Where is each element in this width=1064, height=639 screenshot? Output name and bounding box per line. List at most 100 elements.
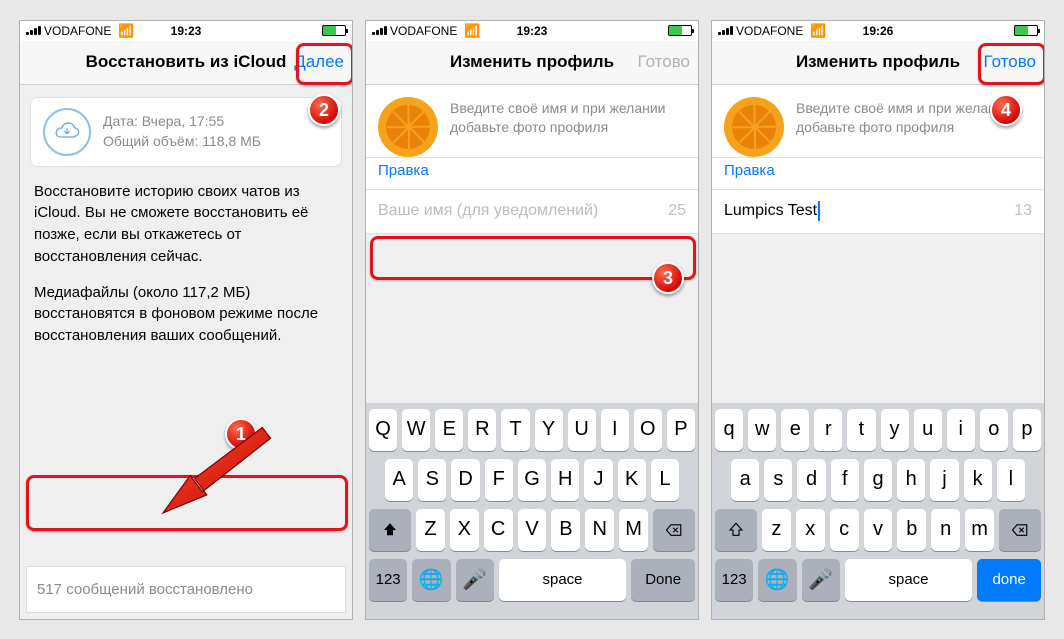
key-l[interactable]: L (997, 459, 1025, 501)
key-t[interactable]: T (847, 409, 875, 451)
key-z[interactable]: Z (762, 509, 791, 551)
keyboard[interactable]: QWERTYUIOP ASDFGHJKL ZXCVBNM 123 🌐 🎤 spa… (366, 403, 698, 619)
key-s[interactable]: S (764, 459, 792, 501)
key-a[interactable]: A (731, 459, 759, 501)
name-input[interactable] (378, 202, 660, 220)
key-n[interactable]: N (931, 509, 960, 551)
key-v[interactable]: V (864, 509, 893, 551)
key-v[interactable]: V (518, 509, 547, 551)
name-input-value[interactable]: Lumpics Test (724, 202, 817, 220)
done-key[interactable]: Done (977, 559, 1041, 601)
key-row-4: 123 🌐 🎤 space Done (715, 559, 1041, 601)
backspace-key[interactable] (999, 509, 1041, 551)
key-row-4: 123 🌐 🎤 space Done (369, 559, 695, 601)
shift-key[interactable] (369, 509, 411, 551)
key-y[interactable]: Y (881, 409, 909, 451)
key-q[interactable]: Q (715, 409, 743, 451)
profile-header: Введите своё имя и при желании добавьте … (712, 85, 1044, 158)
key-b[interactable]: B (551, 509, 580, 551)
text-cursor-icon (818, 201, 820, 221)
key-u[interactable]: U (914, 409, 942, 451)
key-g[interactable]: G (518, 459, 546, 501)
key-e[interactable]: E (781, 409, 809, 451)
avatar[interactable] (724, 97, 784, 157)
backup-info-text: Дата: Вчера, 17:55 Общий объём: 118,8 МБ (103, 112, 261, 151)
mic-key[interactable]: 🎤 (456, 559, 494, 601)
numbers-key[interactable]: 123 (715, 559, 753, 601)
key-row-3: ZXCVBNM (369, 509, 695, 551)
shift-key[interactable] (715, 509, 757, 551)
key-n[interactable]: N (585, 509, 614, 551)
key-r[interactable]: R (468, 409, 496, 451)
key-h[interactable]: H (897, 459, 925, 501)
key-x[interactable]: X (796, 509, 825, 551)
done-button[interactable]: Готово (984, 52, 1037, 72)
key-k[interactable]: K (964, 459, 992, 501)
key-row-3: ZXCVBNM (715, 509, 1041, 551)
page-title: Восстановить из iCloud (86, 52, 287, 72)
key-d[interactable]: D (797, 459, 825, 501)
key-s[interactable]: S (418, 459, 446, 501)
key-c[interactable]: C (484, 509, 513, 551)
key-h[interactable]: H (551, 459, 579, 501)
description-paragraph-2: Медиафайлы (около 117,2 МБ) восстановятс… (34, 282, 338, 347)
key-i[interactable]: I (601, 409, 629, 451)
key-p[interactable]: P (1013, 409, 1041, 451)
key-x[interactable]: X (450, 509, 479, 551)
description-paragraph-1: Восстановите историю своих чатов из iClo… (34, 181, 338, 268)
key-z[interactable]: Z (416, 509, 445, 551)
navbar: Изменить профиль Готово (366, 41, 698, 85)
key-w[interactable]: W (748, 409, 776, 451)
numbers-key[interactable]: 123 (369, 559, 407, 601)
key-row-2: ASDFGHJKL (715, 459, 1041, 501)
globe-key[interactable]: 🌐 (412, 559, 450, 601)
done-key[interactable]: Done (631, 559, 695, 601)
key-m[interactable]: M (965, 509, 994, 551)
key-b[interactable]: B (897, 509, 926, 551)
key-o[interactable]: O (980, 409, 1008, 451)
done-button[interactable]: Готово (638, 52, 691, 72)
navbar: Восстановить из iCloud Далее (20, 41, 352, 85)
key-y[interactable]: Y (535, 409, 563, 451)
key-f[interactable]: F (831, 459, 859, 501)
key-o[interactable]: O (634, 409, 662, 451)
key-m[interactable]: M (619, 509, 648, 551)
backup-infobox: Дата: Вчера, 17:55 Общий объём: 118,8 МБ (30, 97, 342, 167)
space-key[interactable]: space (845, 559, 973, 601)
content: Дата: Вчера, 17:55 Общий объём: 118,8 МБ… (20, 85, 352, 619)
next-button[interactable]: Далее (294, 52, 344, 72)
key-q[interactable]: Q (369, 409, 397, 451)
key-d[interactable]: D (451, 459, 479, 501)
status-bar: VODAFONE 📶 19:23 (20, 21, 352, 41)
key-k[interactable]: K (618, 459, 646, 501)
space-key[interactable]: space (499, 559, 627, 601)
name-field-row[interactable]: Lumpics Test 13 (712, 190, 1044, 234)
key-p[interactable]: P (667, 409, 695, 451)
battery-icon (668, 25, 692, 36)
key-a[interactable]: A (385, 459, 413, 501)
key-u[interactable]: U (568, 409, 596, 451)
key-r[interactable]: R (814, 409, 842, 451)
key-t[interactable]: T (501, 409, 529, 451)
key-c[interactable]: C (830, 509, 859, 551)
clock: 19:23 (20, 24, 352, 38)
keyboard[interactable]: QWERTYUIOP ASDFGHJKL ZXCVBNM 123 🌐 🎤 spa… (712, 403, 1044, 619)
screen-edit-profile-empty: VODAFONE 📶 19:23 Изменить профиль Готово… (365, 20, 699, 620)
screen-edit-profile-filled: VODAFONE 📶 19:26 Изменить профиль Готово… (711, 20, 1045, 620)
avatar[interactable] (378, 97, 438, 157)
key-e[interactable]: E (435, 409, 463, 451)
key-g[interactable]: G (864, 459, 892, 501)
key-j[interactable]: J (930, 459, 958, 501)
mic-key[interactable]: 🎤 (802, 559, 840, 601)
backspace-key[interactable] (653, 509, 695, 551)
key-l[interactable]: L (651, 459, 679, 501)
key-i[interactable]: I (947, 409, 975, 451)
key-w[interactable]: W (402, 409, 430, 451)
key-j[interactable]: J (584, 459, 612, 501)
globe-key[interactable]: 🌐 (758, 559, 796, 601)
edit-link[interactable]: Правка (712, 158, 1044, 190)
name-field-row[interactable]: 25 (366, 190, 698, 234)
key-f[interactable]: F (485, 459, 513, 501)
edit-link[interactable]: Правка (366, 158, 698, 190)
screen-restore-icloud: VODAFONE 📶 19:23 Восстановить из iCloud … (19, 20, 353, 620)
